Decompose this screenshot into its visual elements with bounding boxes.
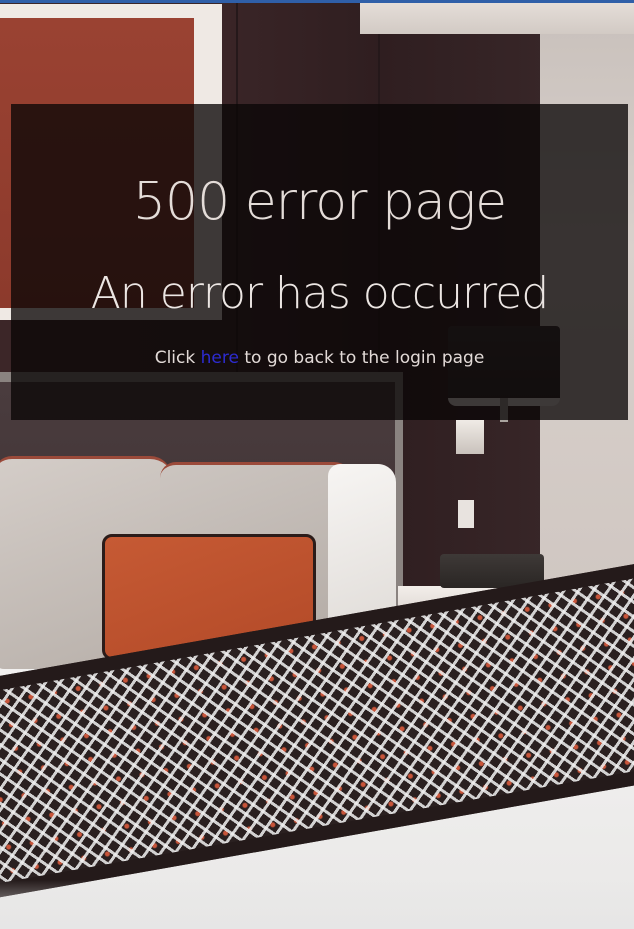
- bed-sheet-shade: [0, 880, 634, 929]
- error-page: 500 error page An error has occurred Cli…: [0, 0, 634, 929]
- wall-sconce: [456, 420, 484, 454]
- background-ceiling: [360, 0, 634, 34]
- message-prefix: Click: [154, 348, 196, 368]
- login-page-link[interactable]: here: [201, 348, 239, 368]
- top-accent-bar: [0, 0, 634, 3]
- wall-outlet: [458, 500, 474, 528]
- error-message-panel: 500 error page An error has occurred Cli…: [11, 104, 628, 420]
- error-subtitle: An error has occurred: [90, 268, 549, 319]
- message-suffix: to go back to the login page: [244, 348, 485, 368]
- error-code-heading: 500 error page: [132, 172, 507, 232]
- back-to-login-message: Click here to go back to the login page: [11, 347, 628, 369]
